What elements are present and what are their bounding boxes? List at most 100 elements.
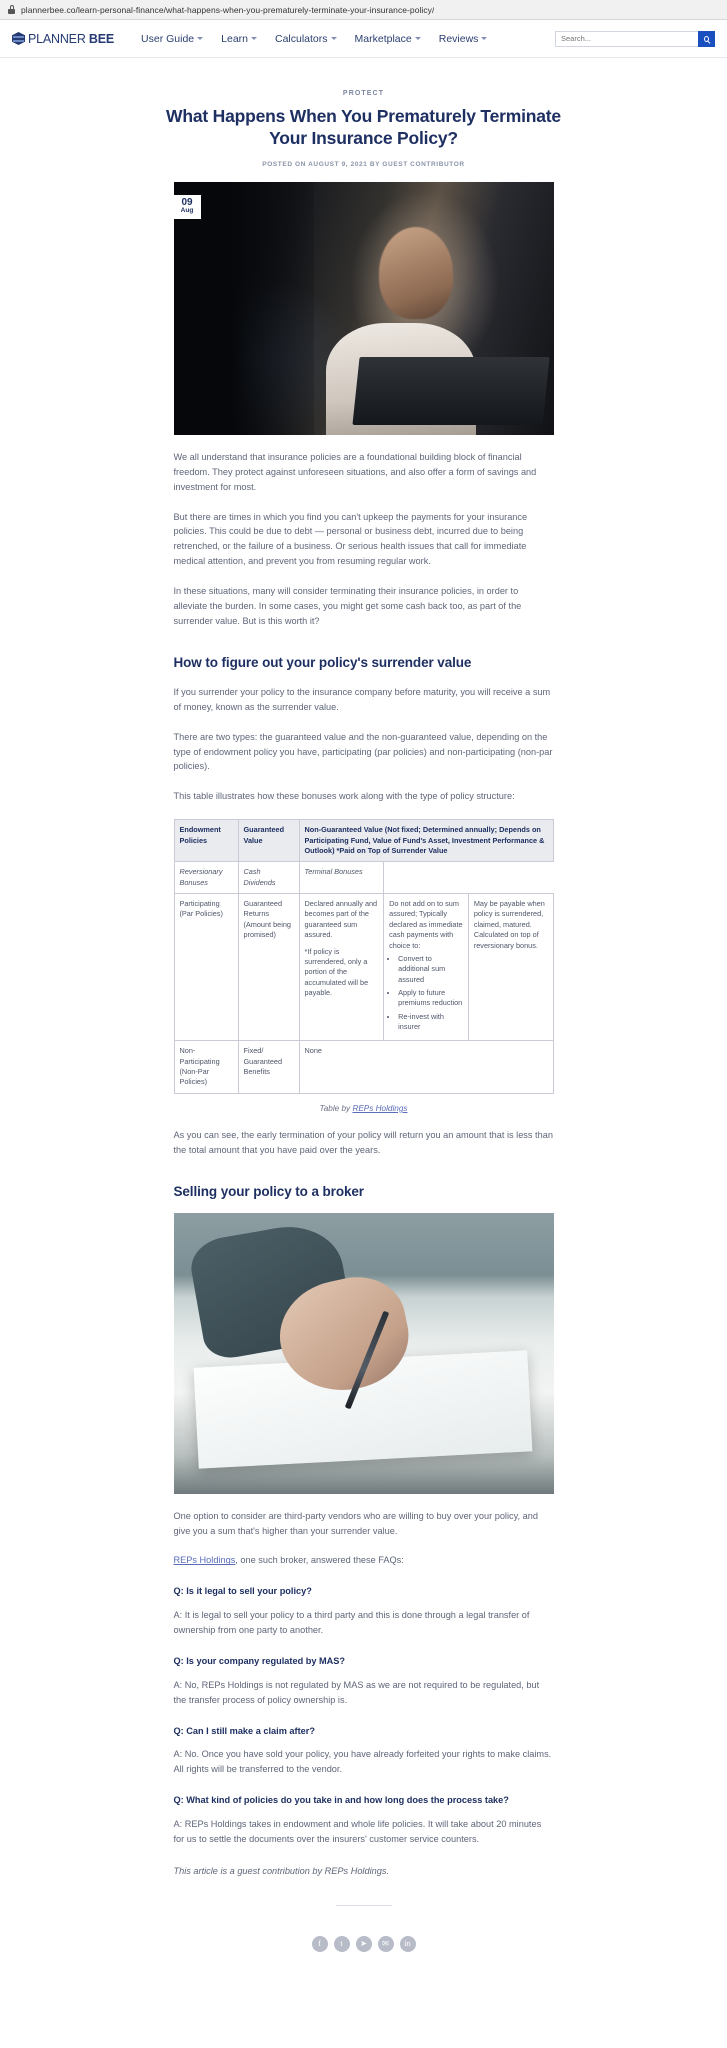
search-input[interactable] bbox=[555, 30, 698, 47]
table-header-non-guaranteed-value: Non-Guaranteed Value (Not fixed; Determi… bbox=[298, 819, 554, 863]
cell-fixed-guaranteed-benefits: Fixed/ Guaranteed Benefits bbox=[237, 1040, 300, 1094]
section-heading-selling-to-broker: Selling your policy to a broker bbox=[173, 1183, 365, 1199]
table-subheader-cash-dividends: Cash Dividends bbox=[237, 861, 300, 895]
chevron-down-icon bbox=[251, 37, 257, 40]
reversionary-text-2: *If policy is surrendered, only a portio… bbox=[304, 946, 369, 997]
nav-item-reviews[interactable]: Reviews bbox=[439, 33, 488, 45]
chevron-down-icon bbox=[414, 37, 421, 40]
broker-intro-line: REPs Holdings, one such broker, answered… bbox=[174, 1553, 554, 1568]
table-row-subheaders: Reversionary Bonuses Cash Dividends Term… bbox=[173, 861, 553, 895]
table-header-guaranteed-value: Guaranteed Value bbox=[237, 819, 300, 863]
page-title: What Happens When You Prematurely Termin… bbox=[166, 106, 561, 149]
faq-answer-2: A: No, REPs Holdings is not regulated by… bbox=[173, 1679, 540, 1705]
nav-label-learn: Learn bbox=[221, 32, 248, 45]
planner-bee-logo-icon bbox=[12, 32, 25, 45]
cash-dividends-list: Convert to additional sum assured Apply … bbox=[398, 954, 463, 1033]
chevron-down-icon bbox=[481, 37, 488, 40]
article-closing-note: This article is a guest contribution by … bbox=[173, 1865, 390, 1876]
list-item: Re-invest with insurer bbox=[398, 1012, 463, 1033]
faq-question-2: Q: Is your company regulated by MAS? bbox=[173, 1655, 346, 1666]
cell-policy-participating: Participating (Par Policies) bbox=[173, 893, 239, 1042]
section1-paragraph-1: If you surrender your policy to the insu… bbox=[173, 686, 551, 712]
cell-policy-non-participating: Non-Participating (Non-Par Policies) bbox=[173, 1040, 239, 1094]
share-bar: f t ➤ ✉ in bbox=[0, 1935, 727, 1952]
hero-image: 09 Aug bbox=[173, 181, 554, 435]
nav-label-calculators: Calculators bbox=[275, 32, 328, 45]
telegram-icon[interactable]: ➤ bbox=[355, 1935, 372, 1952]
broker-image bbox=[173, 1212, 554, 1494]
faq-question-3: Q: Can I still make a claim after? bbox=[173, 1725, 315, 1736]
cell-reversionary-detail: Declared annually and becomes part of th… bbox=[298, 893, 385, 1042]
article: PROTECT What Happens When You Prematurel… bbox=[0, 90, 727, 1980]
table-subheader-terminal-bonuses: Terminal Bonuses bbox=[298, 861, 385, 895]
email-icon[interactable]: ✉ bbox=[377, 1935, 394, 1952]
article-byline: POSTED ON AUGUST 9, 2021 BY GUEST CONTRI… bbox=[262, 160, 465, 168]
article-body: We all understand that insurance policie… bbox=[173, 450, 554, 1199]
broker-intro-suffix: , one such broker, answered these FAQs: bbox=[235, 1555, 404, 1566]
table-caption: Table by REPs Holdings bbox=[174, 1104, 554, 1113]
table-row: Non-Participating (Non-Par Policies) Fix… bbox=[173, 1040, 554, 1094]
table-head: Endowment Policies Guaranteed Value Non-… bbox=[173, 819, 554, 863]
paragraph-1: We all understand that insurance policie… bbox=[173, 451, 537, 492]
search-button[interactable] bbox=[698, 30, 715, 47]
faq-question-1: Q: Is it legal to sell your policy? bbox=[173, 1586, 312, 1597]
nav-label-reviews: Reviews bbox=[438, 32, 479, 45]
paragraph-3: In these situations, many will consider … bbox=[173, 586, 522, 626]
main-navigation: User Guide Learn Calculators Marketplace… bbox=[141, 33, 555, 45]
table-header-row: Endowment Policies Guaranteed Value Non-… bbox=[173, 819, 554, 863]
nav-label-user-guide: User Guide bbox=[141, 32, 195, 45]
share-divider bbox=[335, 1904, 392, 1906]
faq-question-4: Q: What kind of policies do you take in … bbox=[173, 1795, 509, 1806]
search-icon bbox=[704, 35, 709, 42]
table-caption-prefix: Table by bbox=[319, 1103, 353, 1113]
search-form bbox=[555, 30, 715, 47]
faq-answer-4: A: REPs Holdings takes in endowment and … bbox=[173, 1818, 542, 1844]
lock-icon bbox=[8, 5, 15, 14]
nav-item-marketplace[interactable]: Marketplace bbox=[355, 33, 421, 45]
date-badge: 09 Aug bbox=[173, 194, 201, 220]
twitter-icon[interactable]: t bbox=[333, 1935, 350, 1952]
linkedin-icon[interactable]: in bbox=[399, 1935, 416, 1952]
laptop-shape bbox=[352, 356, 550, 425]
cell-guaranteed-returns: Guaranteed Returns (Amount being promise… bbox=[237, 893, 300, 1042]
section2-paragraph-1: One option to consider are third-party v… bbox=[173, 1510, 538, 1536]
date-badge-month: Aug bbox=[180, 207, 194, 215]
article-body-lower: One option to consider are third-party v… bbox=[174, 1509, 554, 1879]
list-item: Apply to future premiums reduction bbox=[398, 988, 463, 1009]
url-text[interactable]: plannerbee.co/learn-personal-finance/wha… bbox=[21, 5, 434, 15]
broker-link[interactable]: REPs Holdings bbox=[174, 1555, 236, 1565]
table-caption-link[interactable]: REPs Holdings bbox=[352, 1104, 407, 1113]
article-category[interactable]: PROTECT bbox=[0, 90, 727, 97]
hero-vignette bbox=[173, 181, 314, 435]
nav-item-learn[interactable]: Learn bbox=[221, 33, 257, 45]
cell-terminal-bonuses-detail: May be payable when policy is surrendere… bbox=[467, 893, 554, 1042]
list-item: Convert to additional sum assured bbox=[398, 954, 463, 985]
browser-address-bar[interactable]: plannerbee.co/learn-personal-finance/wha… bbox=[0, 0, 727, 20]
policy-comparison-table: Endowment Policies Guaranteed Value Non-… bbox=[173, 819, 554, 1094]
site-header: PLANNER BEE User Guide Learn Calculators… bbox=[0, 20, 727, 58]
nav-item-calculators[interactable]: Calculators bbox=[275, 33, 337, 45]
section1-paragraph-3: This table illustrates how these bonuses… bbox=[173, 791, 515, 802]
brand-wordmark: PLANNER BEE bbox=[28, 32, 114, 46]
nav-label-marketplace: Marketplace bbox=[354, 32, 412, 45]
faq-answer-3: A: No. Once you have sold your policy, y… bbox=[173, 1749, 552, 1775]
site-logo[interactable]: PLANNER BEE bbox=[12, 32, 114, 46]
cell-non-guaranteed-none: None bbox=[298, 1040, 554, 1094]
table-body: Reversionary Bonuses Cash Dividends Term… bbox=[173, 861, 554, 1094]
chevron-down-icon bbox=[197, 37, 204, 40]
section-heading-surrender-value: How to figure out your policy's surrende… bbox=[173, 654, 472, 670]
cell-cash-dividends-detail: Do not add on to sum assured; Typically … bbox=[383, 893, 469, 1042]
paragraph-after-table: As you can see, the early termination of… bbox=[173, 1129, 553, 1155]
facebook-icon[interactable]: f bbox=[311, 1935, 328, 1952]
brand-planner: PLANNER bbox=[28, 31, 89, 46]
reversionary-text-1: Declared annually and becomes part of th… bbox=[304, 899, 378, 940]
cash-dividends-intro: Do not add on to sum assured; Typically … bbox=[389, 899, 463, 950]
table-header-endowment-policies: Endowment Policies bbox=[173, 819, 239, 863]
chevron-down-icon bbox=[330, 37, 337, 40]
table-subheader-reversionary-bonuses: Reversionary Bonuses bbox=[173, 861, 239, 895]
paragraph-2: But there are times in which you find yo… bbox=[173, 511, 528, 567]
nav-item-user-guide[interactable]: User Guide bbox=[141, 32, 204, 45]
brand-bee: BEE bbox=[88, 31, 115, 46]
faq-answer-1: A: It is legal to sell your policy to a … bbox=[173, 1610, 530, 1636]
section1-paragraph-2: There are two types: the guaranteed valu… bbox=[173, 731, 553, 772]
